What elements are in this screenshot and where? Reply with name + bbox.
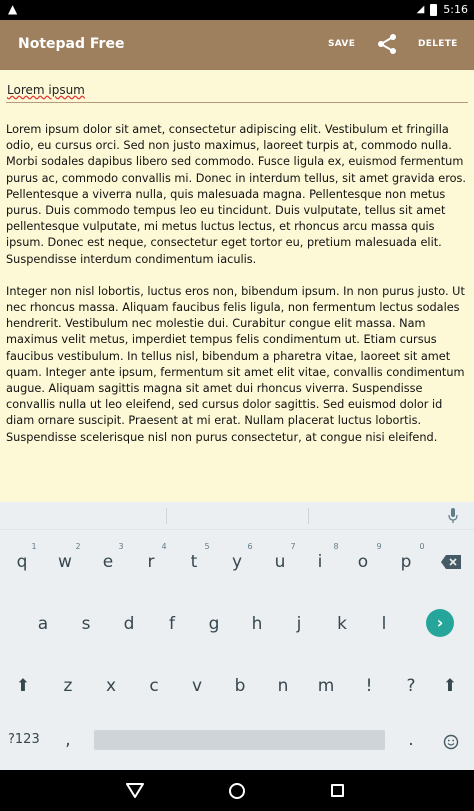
key-m[interactable]: m [309, 676, 343, 696]
battery-icon [430, 3, 438, 16]
note-paragraph: Integer non nisl lobortis, luctus eros n… [6, 284, 465, 444]
share-icon[interactable] [375, 32, 399, 56]
delete-button[interactable]: DELETE [418, 39, 458, 49]
key-d[interactable]: d [112, 614, 146, 634]
note-title-text: Lorem ipsum [7, 83, 85, 97]
key-w[interactable]: w [48, 552, 82, 572]
status-bar: ▲ ◢ 5:16 [0, 0, 474, 20]
key-hint: 1 [31, 542, 37, 551]
key-g[interactable]: g [197, 614, 231, 634]
key-x[interactable]: x [94, 676, 128, 696]
key-hint: 3 [118, 542, 124, 551]
key-a[interactable]: a [26, 614, 60, 634]
key-hint: 6 [247, 542, 253, 551]
microphone-icon[interactable] [448, 508, 458, 524]
suggestion-strip [0, 502, 474, 530]
note-body-input[interactable]: Lorem ipsum dolor sit amet, consectetur … [6, 122, 470, 502]
key-period[interactable]: . [394, 730, 428, 750]
shift-icon[interactable]: ⬆ [6, 676, 40, 696]
key-u[interactable]: u [263, 552, 297, 572]
key-hint: 2 [75, 542, 81, 551]
backspace-icon[interactable] [440, 554, 462, 570]
note-title-input[interactable]: Lorem ipsum [6, 83, 468, 103]
back-icon[interactable] [126, 782, 144, 798]
key-comma[interactable]: , [51, 730, 85, 750]
key-hint: 0 [419, 542, 425, 551]
suggestion-divider [308, 508, 309, 524]
home-icon[interactable] [229, 783, 245, 799]
key-hint: 8 [333, 542, 339, 551]
key-r[interactable]: r [134, 552, 168, 572]
key-h[interactable]: h [240, 614, 274, 634]
key-n[interactable]: n [266, 676, 300, 696]
go-button[interactable]: › [426, 609, 454, 637]
key-l[interactable]: l [367, 614, 401, 634]
key-t[interactable]: t [177, 552, 211, 572]
status-time: 5:16 [443, 3, 468, 16]
key-i[interactable]: i [303, 552, 337, 572]
symbols-key[interactable]: ?123 [8, 732, 40, 747]
key-q[interactable]: q [5, 552, 39, 572]
warning-icon: ▲ [8, 2, 18, 16]
signal-icon: ◢ [416, 4, 425, 15]
key-b[interactable]: b [223, 676, 257, 696]
navigation-bar [0, 770, 474, 811]
key-hint: 4 [161, 542, 167, 551]
key-e[interactable]: e [91, 552, 125, 572]
shift-icon[interactable]: ⬆ [433, 676, 467, 696]
save-button[interactable]: SAVE [328, 39, 355, 49]
key-z[interactable]: z [51, 676, 85, 696]
emoji-icon[interactable] [443, 734, 459, 750]
soft-keyboard: 1 2 3 4 5 6 7 8 9 0 q w e r t y u i o p … [0, 502, 474, 770]
note-editor: Lorem ipsum Lorem ipsum dolor sit amet, … [0, 70, 474, 502]
key-f[interactable]: f [155, 614, 189, 634]
suggestion-divider [166, 508, 167, 524]
note-paragraph: Lorem ipsum dolor sit amet, consectetur … [6, 123, 467, 266]
key-hint: 5 [204, 542, 210, 551]
app-title: Notepad Free [18, 36, 125, 52]
app-bar: Notepad Free SAVE DELETE [0, 20, 474, 70]
recent-apps-icon[interactable] [331, 784, 344, 797]
key-o[interactable]: o [346, 552, 380, 572]
space-bar[interactable] [94, 730, 385, 750]
key-question[interactable]: ? [394, 676, 428, 696]
key-p[interactable]: p [389, 552, 423, 572]
key-j[interactable]: j [282, 614, 316, 634]
key-exclamation[interactable]: ! [352, 676, 386, 696]
key-hint: 7 [290, 542, 296, 551]
key-c[interactable]: c [137, 676, 171, 696]
key-v[interactable]: v [180, 676, 214, 696]
key-k[interactable]: k [325, 614, 359, 634]
status-icons: ◢ 5:16 [417, 3, 468, 16]
chevron-right-icon: › [436, 613, 444, 632]
key-y[interactable]: y [220, 552, 254, 572]
key-hint: 9 [376, 542, 382, 551]
key-s[interactable]: s [69, 614, 103, 634]
